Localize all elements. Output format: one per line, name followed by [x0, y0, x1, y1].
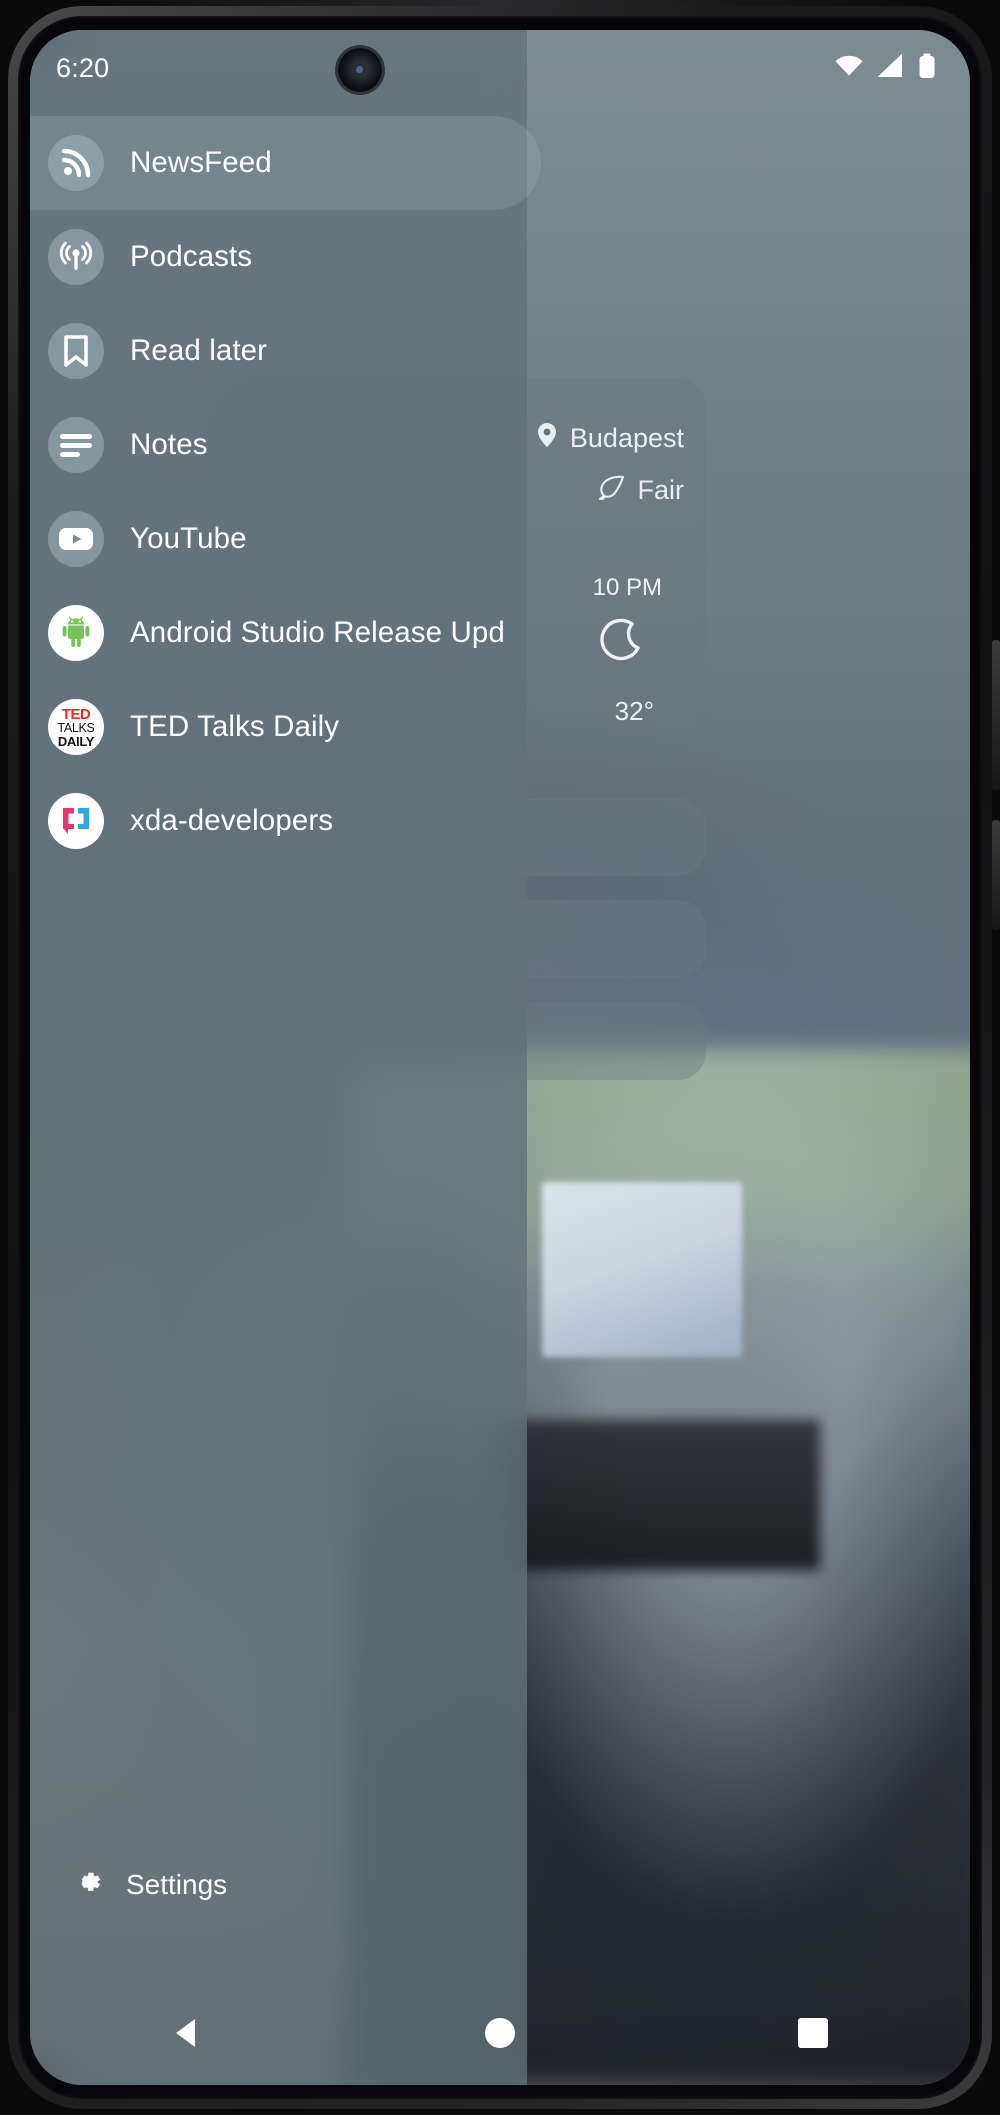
status-icons: [834, 53, 936, 84]
leaf-icon: [596, 474, 626, 507]
drawer-item-read-later[interactable]: Read later: [30, 304, 527, 398]
wifi-icon: [834, 54, 864, 83]
navigation-drawer: NewsFeed Podcasts Read later Notes YouTu…: [30, 30, 541, 2085]
status-time: 6:20: [56, 52, 110, 83]
location-pin-icon: [536, 422, 558, 455]
home-circle-icon[interactable]: [470, 2003, 530, 2063]
drawer-item-label: Read later: [130, 334, 268, 367]
recents-square-icon[interactable]: [783, 2003, 843, 2063]
status-bar: 6:20: [30, 30, 970, 106]
drawer-item-youtube[interactable]: YouTube: [30, 492, 527, 586]
weather-condition-row: Fair: [596, 474, 685, 507]
drawer-item-list: NewsFeed Podcasts Read later Notes YouTu…: [30, 116, 541, 868]
ted-logo-line2: TALKS: [57, 720, 95, 735]
weather-time: 10 PM: [592, 574, 662, 601]
bookmark-icon: [48, 323, 104, 379]
phone-screen: Budapest Fair 10 PM 32° NewsFeed Podcast…: [30, 30, 970, 2085]
weather-temperature: 32°: [614, 696, 654, 726]
phone-frame: Budapest Fair 10 PM 32° NewsFeed Podcast…: [0, 0, 1000, 2115]
drawer-item-podcasts[interactable]: Podcasts: [30, 210, 527, 304]
camera-punch-hole: [338, 48, 382, 92]
drawer-item-ted-talks-daily[interactable]: TED TALKS DAILY TED Talks Daily: [30, 680, 527, 774]
drawer-item-label: Podcasts: [130, 240, 253, 273]
weather-location: Budapest: [569, 423, 684, 453]
battery-icon: [918, 53, 936, 84]
podcast-icon: [48, 229, 104, 285]
xda-developers-icon: [48, 793, 104, 849]
drawer-item-xda-developers[interactable]: xda-developers: [30, 774, 527, 868]
volume-button[interactable]: [992, 820, 1000, 930]
drawer-item-newsfeed[interactable]: NewsFeed: [30, 116, 541, 210]
weather-location-row: Budapest: [536, 422, 684, 455]
navigation-bar: [30, 1981, 970, 2085]
settings-label: Settings: [126, 1868, 228, 1900]
settings-row[interactable]: Settings: [30, 1866, 527, 1903]
drawer-item-label: YouTube: [130, 522, 247, 555]
drawer-item-label: Android Studio Release Upd: [130, 616, 505, 649]
drawer-item-label: xda-developers: [130, 804, 334, 837]
weather-condition: Fair: [637, 475, 685, 505]
back-triangle-icon[interactable]: [157, 2003, 217, 2063]
rss-icon: [48, 135, 104, 191]
crescent-moon-icon: [598, 618, 644, 664]
ted-logo-line3: DAILY: [57, 733, 95, 749]
drawer-item-label: NewsFeed: [130, 146, 272, 179]
signal-icon: [877, 53, 905, 83]
notes-lines-icon: [48, 417, 104, 473]
ted-talks-icon: TED TALKS DAILY: [48, 699, 104, 755]
drawer-item-label: TED Talks Daily: [130, 710, 340, 743]
power-button[interactable]: [992, 640, 1000, 790]
android-icon: [48, 605, 104, 661]
drawer-item-notes[interactable]: Notes: [30, 398, 527, 492]
drawer-item-label: Notes: [130, 428, 208, 461]
gear-icon: [72, 1866, 104, 1903]
ted-logo-line1: TED: [61, 705, 91, 723]
drawer-item-android-studio[interactable]: Android Studio Release Upd: [30, 586, 527, 680]
youtube-icon: [48, 511, 104, 567]
